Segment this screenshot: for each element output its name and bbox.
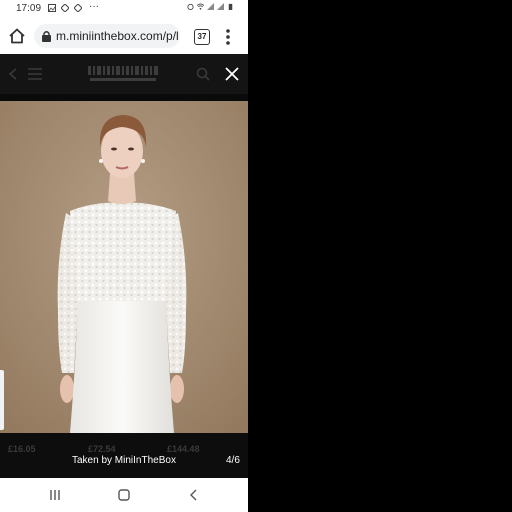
wifi-icon [197,3,204,10]
back-arrow-icon [8,68,17,80]
bg-price-1: £16.05 [8,444,36,454]
url-text: m.miniinthebox.com/p/l [56,29,179,43]
browser-toolbar: m.miniinthebox.com/p/l 37 [0,18,248,54]
photo-caption: Taken by MiniInTheBox [72,455,176,466]
alarm-icon [187,3,194,10]
status-indicators [187,3,234,10]
status-time: 17:09 [16,3,42,14]
site-logo [88,66,158,81]
close-icon[interactable] [222,64,242,84]
phone-screen: 17:09 ··· m.miniinthebox.com/p/l 37 £16.… [0,0,248,512]
lock-icon [42,31,51,42]
status-overflow: ··· [89,1,99,12]
home-icon[interactable] [8,27,26,45]
signal-icon-2 [217,3,224,10]
more-vert-icon[interactable] [222,28,234,46]
overlay-strip [0,94,248,101]
battery-icon [228,3,233,10]
product-photo[interactable] [0,101,248,433]
search-icon [196,67,210,81]
app-notification-icon [61,4,69,12]
gallery-notification-icon [48,4,56,12]
side-drawer-handle[interactable] [0,370,4,430]
site-header [0,54,248,94]
tabs-icon[interactable]: 37 [194,29,210,45]
back-icon[interactable] [187,488,201,502]
bg-price-3: £144.48 [167,444,200,454]
photo-counter: 4/6 [226,455,240,466]
caption-bar: £16.05 £72.54 £144.48 Taken by MiniInThe… [0,433,248,478]
bg-price-2: £72.54 [88,444,116,454]
signal-icon [207,3,214,10]
status-bar: 17:09 ··· [0,0,248,18]
url-field[interactable]: m.miniinthebox.com/p/l [34,24,180,48]
recents-icon[interactable] [48,488,62,502]
app-notification-icon-2 [74,4,82,12]
home-nav-icon[interactable] [117,488,131,502]
system-nav-bar [0,478,248,512]
hamburger-icon [28,68,42,80]
